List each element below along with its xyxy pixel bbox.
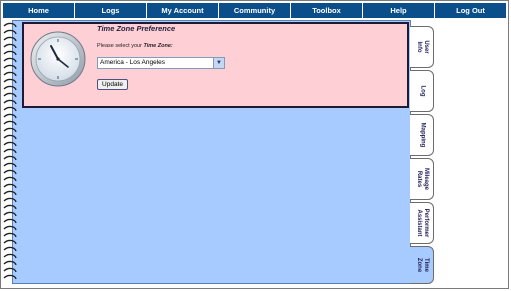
chevron-down-icon[interactable]: ▼: [213, 58, 224, 68]
spiral-ring: [3, 246, 17, 252]
spiral-ring: [3, 204, 17, 210]
nav-community[interactable]: Community: [219, 3, 291, 18]
spiral-ring: [3, 211, 17, 217]
spiral-ring: [3, 71, 17, 77]
spiral-ring: [3, 29, 17, 35]
tab-label: Performer Assistant: [415, 208, 429, 238]
spiral-ring: [3, 274, 17, 280]
spiral-ring: [3, 162, 17, 168]
spiral-ring: [3, 78, 17, 84]
spiral-ring: [3, 267, 17, 273]
page-title: Time Zone Preference: [97, 24, 176, 33]
time-zone-prompt: Please select your Time Zone:: [97, 43, 173, 49]
tab-label: Mapping: [419, 122, 425, 148]
tab-label: Log: [419, 85, 425, 97]
nav-home[interactable]: Home: [3, 3, 75, 18]
spiral-ring: [3, 155, 17, 161]
spiral-ring: [3, 253, 17, 259]
spiral-ring: [3, 85, 17, 91]
nav-log-out[interactable]: Log Out: [435, 3, 506, 18]
tab-label: Mileage Rates: [415, 167, 429, 191]
spiral-ring: [3, 260, 17, 266]
spiral-ring: [3, 225, 17, 231]
spiral-ring: [3, 36, 17, 42]
spiral-ring: [3, 99, 17, 105]
spiral-ring: [3, 141, 17, 147]
tab-mapping[interactable]: Mapping: [410, 114, 434, 156]
spiral-ring: [3, 239, 17, 245]
top-nav: Home Logs My Account Community Toolbox H…: [3, 3, 506, 18]
spiral-ring: [3, 64, 17, 70]
spiral-ring: [3, 232, 17, 238]
spiral-ring: [3, 22, 17, 28]
tab-label: Time Zone: [415, 257, 429, 273]
nav-my-account[interactable]: My Account: [147, 3, 219, 18]
clock-icon: [30, 31, 86, 87]
spiral-ring: [3, 190, 17, 196]
spiral-ring: [3, 43, 17, 49]
tab-mileage-rates[interactable]: Mileage Rates: [410, 158, 434, 200]
spiral-ring: [3, 113, 17, 119]
time-zone-select[interactable]: America - Los Angeles ▼: [97, 57, 225, 69]
side-tabs: User Info Log Mapping Mileage Rates Perf…: [410, 26, 434, 286]
spiral-ring: [3, 148, 17, 154]
spiral-ring: [3, 197, 17, 203]
time-zone-select-value: America - Los Angeles: [100, 59, 166, 66]
tab-user-info[interactable]: User Info: [410, 26, 434, 68]
spiral-ring: [3, 127, 17, 133]
nav-toolbox[interactable]: Toolbox: [291, 3, 363, 18]
spiral-ring: [3, 176, 17, 182]
update-button[interactable]: Update: [97, 79, 128, 90]
spiral-ring: [3, 183, 17, 189]
prompt-text: Please select your: [97, 43, 144, 49]
tab-performer-assistant[interactable]: Performer Assistant: [410, 202, 434, 244]
spiral-ring: [3, 92, 17, 98]
prompt-emphasis: Time Zone:: [143, 43, 173, 49]
spiral-ring: [3, 134, 17, 140]
spiral-binding-icon: [3, 22, 17, 280]
nav-logs[interactable]: Logs: [75, 3, 147, 18]
spiral-ring: [3, 169, 17, 175]
tab-label: User Info: [415, 40, 429, 54]
nav-help[interactable]: Help: [363, 3, 435, 18]
spiral-ring: [3, 57, 17, 63]
spiral-ring: [3, 106, 17, 112]
spiral-ring: [3, 218, 17, 224]
spiral-ring: [3, 50, 17, 56]
tab-log[interactable]: Log: [410, 70, 434, 112]
tab-time-zone[interactable]: Time Zone: [410, 246, 434, 284]
spiral-ring: [3, 120, 17, 126]
